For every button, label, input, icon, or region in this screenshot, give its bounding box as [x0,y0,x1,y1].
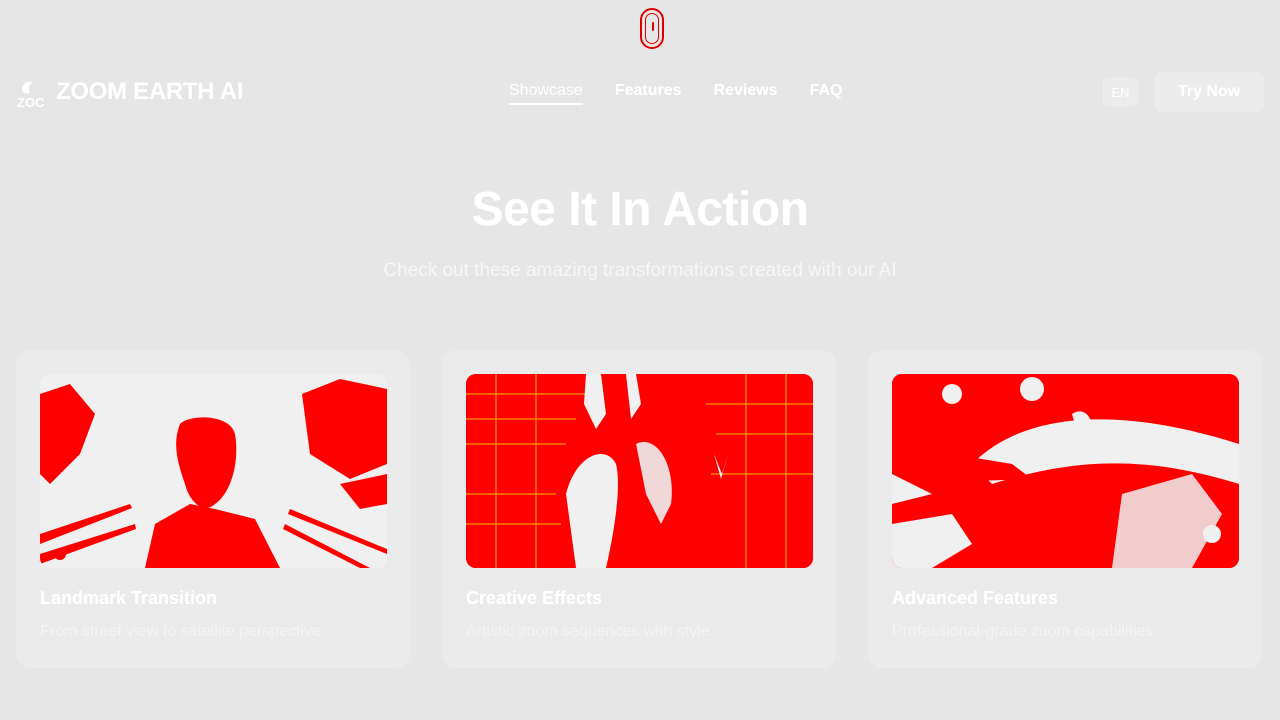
section-title: See It In Action [471,183,809,236]
card-description: From street view to satellite perspectiv… [40,623,321,640]
brand-logo[interactable]: ZOC ZOOM EARTH AI [16,76,244,108]
nav-faq[interactable]: FAQ [810,82,843,105]
try-now-button[interactable]: Try Now [1154,72,1264,112]
language-button[interactable]: EN [1103,78,1138,106]
logo-fragment-text: ZOC [17,95,45,108]
zoom-earth-logo-icon: ZOC [16,76,48,108]
card-description: Professional-grade zoom capabilities [892,623,1154,640]
mouse-wheel [652,22,654,31]
card-title: Creative Effects [466,588,603,608]
showcase-cards: Landmark Transition From street view to … [16,350,1264,668]
card-title: Landmark Transition [40,588,218,608]
mouse-scroll-icon [640,8,664,49]
section-subtitle: Check out these amazing transformations … [383,260,897,281]
main-nav: Showcase Features Reviews FAQ [509,82,842,105]
showcase-card[interactable]: Creative Effects Artistic zoom sequences… [442,350,836,668]
showcase-card[interactable]: Landmark Transition From street view to … [16,350,410,668]
card-video-preview[interactable] [40,374,387,568]
showcase-card[interactable]: Advanced Features Professional-grade zoo… [868,350,1262,668]
nav-showcase[interactable]: Showcase [509,82,583,105]
card-video-preview[interactable] [466,374,813,568]
card-description: Artistic zoom sequences with style [466,623,710,640]
card-title: Advanced Features [892,588,1059,608]
card-video-preview[interactable] [892,374,1239,568]
site-header: ZOC ZOOM EARTH AI Showcase Features Revi… [0,72,1280,114]
nav-reviews[interactable]: Reviews [714,82,778,105]
nav-features[interactable]: Features [615,82,682,105]
brand-name: ZOOM EARTH AI [56,78,244,105]
